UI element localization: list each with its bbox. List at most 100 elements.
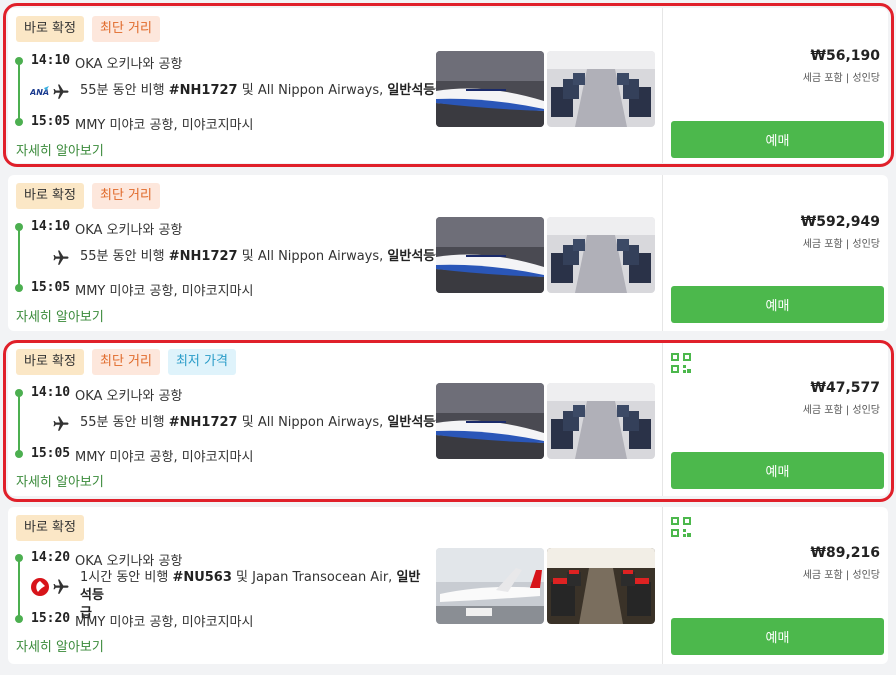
- aircraft-photo[interactable]: [436, 217, 544, 293]
- plane-icon: [52, 248, 74, 268]
- tag-cheapest: 최저 가격: [167, 349, 236, 375]
- tag-shortest: 최단 거리: [91, 349, 160, 375]
- plane-icon: [52, 577, 74, 597]
- price-note: 세금 포함 | 성인당: [802, 73, 880, 84]
- segment-info: 55분 동안 비행 #NH1727 및 All Nippon Airways, …: [30, 248, 447, 268]
- segment-info: 55분 동안 비행 #NH1727 및 All Nippon Airways, …: [30, 414, 447, 434]
- flight-duration: 1시간 동안 비행: [80, 570, 173, 585]
- book-button[interactable]: 예매: [671, 618, 884, 655]
- details-link[interactable]: 자세히 알아보기: [16, 140, 104, 159]
- aircraft-photo[interactable]: [436, 548, 544, 624]
- arrive-time: 15:20: [31, 611, 71, 626]
- arrive-dot: [15, 284, 23, 292]
- price-panel: ₩89,216 세금 포함 | 성인당 예매: [662, 507, 888, 664]
- segment-text: 55분 동안 비행 #NH1727 및 All Nippon Airways, …: [80, 82, 447, 100]
- qr-code-icon: [671, 517, 691, 537]
- book-button[interactable]: 예매: [671, 452, 884, 489]
- details-link[interactable]: 자세히 알아보기: [16, 471, 104, 490]
- price: ₩56,190: [810, 48, 880, 64]
- depart-dot: [15, 223, 23, 231]
- plane-icon: [52, 82, 74, 102]
- depart-airport: OKA 오키나와 공항: [75, 554, 183, 569]
- arrive-dot: [15, 118, 23, 126]
- cabin-photo[interactable]: [547, 548, 655, 624]
- details-link[interactable]: 자세히 알아보기: [16, 636, 104, 655]
- arrive-dot: [15, 450, 23, 458]
- cabin-photo[interactable]: [547, 383, 655, 459]
- depart-airport: OKA 오키나와 공항: [75, 223, 183, 238]
- depart-dot: [15, 554, 23, 562]
- price-panel: ₩592,949 세금 포함 | 성인당 예매: [662, 175, 888, 331]
- depart-airport: OKA 오키나와 공항: [75, 389, 183, 404]
- tag-instant-confirm: 바로 확정: [16, 349, 84, 375]
- arrive-time: 15:05: [31, 114, 71, 129]
- arrive-time: 15:05: [31, 446, 71, 461]
- depart-time: 14:10: [31, 53, 71, 68]
- flight-duration: 55분 동안 비행: [80, 83, 169, 98]
- segment-info: ANA 55분 동안 비행 #NH1727 및 All Nippon Airwa…: [30, 82, 447, 102]
- flight-number: #NU563: [172, 570, 232, 585]
- depart-dot: [15, 389, 23, 397]
- qr-code-icon: [671, 353, 691, 373]
- price: ₩592,949: [800, 214, 880, 230]
- arrive-airport: MMY 미야코 공항, 미야코지마시: [75, 615, 254, 630]
- arrive-airport: MMY 미야코 공항, 미야코지마시: [75, 450, 254, 465]
- depart-airport: OKA 오키나와 공항: [75, 57, 183, 72]
- jal-logo-icon: [30, 577, 50, 597]
- price-note: 세금 포함 | 성인당: [802, 405, 880, 416]
- tag-list: 바로 확정 최단 거리: [16, 16, 160, 42]
- aircraft-photo[interactable]: [436, 51, 544, 127]
- price-panel: ₩47,577 세금 포함 | 성인당 예매: [662, 341, 888, 496]
- route-line: [18, 228, 20, 288]
- cabin-photo[interactable]: [547, 51, 655, 127]
- route-line: [18, 559, 20, 619]
- plane-icon: [52, 414, 74, 434]
- flight-details: 바로 확정 최단 거리 최저 가격 14:10 OKA 오키나와 공항 55분 …: [8, 341, 662, 496]
- arrive-airport: MMY 미야코 공항, 미야코지마시: [75, 284, 254, 299]
- flight-number: #NH1727: [168, 249, 238, 264]
- tag-instant-confirm: 바로 확정: [16, 515, 84, 541]
- depart-time: 14:10: [31, 385, 71, 400]
- price-note: 세금 포함 | 성인당: [802, 239, 880, 250]
- depart-time: 14:10: [31, 219, 71, 234]
- route-line: [18, 394, 20, 454]
- price-panel: ₩56,190 세금 포함 | 성인당 예매: [662, 8, 888, 163]
- tag-list: 바로 확정 최단 거리 최저 가격: [16, 349, 236, 375]
- price-note: 세금 포함 | 성인당: [802, 570, 880, 581]
- details-link[interactable]: 자세히 알아보기: [16, 306, 104, 325]
- flight-card[interactable]: 바로 확정 최단 거리 14:10 OKA 오키나와 공항 ANA 55분 동안…: [8, 8, 888, 163]
- flight-details: 바로 확정 14:20 OKA 오키나와 공항 1시간 동안 비행 #NU563…: [8, 507, 662, 664]
- airline-name: 및 All Nippon Airways,: [237, 249, 388, 264]
- tag-shortest: 최단 거리: [91, 16, 160, 42]
- tag-shortest: 최단 거리: [91, 183, 160, 209]
- arrive-dot: [15, 615, 23, 623]
- flight-number: #NH1727: [168, 83, 238, 98]
- flight-card[interactable]: 바로 확정 최단 거리 14:10 OKA 오키나와 공항 55분 동안 비행 …: [8, 175, 888, 331]
- flight-details: 바로 확정 최단 거리 14:10 OKA 오키나와 공항 ANA 55분 동안…: [8, 8, 662, 163]
- flight-number: #NH1727: [168, 415, 238, 430]
- aircraft-photo[interactable]: [436, 383, 544, 459]
- tag-instant-confirm: 바로 확정: [16, 183, 84, 209]
- flight-card[interactable]: 바로 확정 14:20 OKA 오키나와 공항 1시간 동안 비행 #NU563…: [8, 507, 888, 664]
- airline-name: 및 All Nippon Airways,: [237, 83, 388, 98]
- route-line: [18, 62, 20, 122]
- flight-duration: 55분 동안 비행: [80, 415, 169, 430]
- price: ₩47,577: [810, 380, 880, 396]
- depart-dot: [15, 57, 23, 65]
- tag-list: 바로 확정: [16, 515, 84, 541]
- cabin-photo[interactable]: [547, 217, 655, 293]
- depart-time: 14:20: [31, 550, 71, 565]
- flight-card[interactable]: 바로 확정 최단 거리 최저 가격 14:10 OKA 오키나와 공항 55분 …: [8, 341, 888, 496]
- flight-details: 바로 확정 최단 거리 14:10 OKA 오키나와 공항 55분 동안 비행 …: [8, 175, 662, 331]
- book-button[interactable]: 예매: [671, 121, 884, 158]
- segment-text: 55분 동안 비행 #NH1727 및 All Nippon Airways, …: [80, 414, 447, 432]
- ana-logo-icon: ANA: [30, 82, 50, 102]
- flight-duration: 55분 동안 비행: [80, 249, 169, 264]
- airline-name: 및 All Nippon Airways,: [237, 415, 388, 430]
- tag-instant-confirm: 바로 확정: [16, 16, 84, 42]
- segment-text: 55분 동안 비행 #NH1727 및 All Nippon Airways, …: [80, 248, 447, 266]
- arrive-time: 15:05: [31, 280, 71, 295]
- arrive-airport: MMY 미야코 공항, 미야코지마시: [75, 118, 254, 133]
- airline-name: 및 Japan Transocean Air,: [231, 570, 397, 585]
- book-button[interactable]: 예매: [671, 286, 884, 323]
